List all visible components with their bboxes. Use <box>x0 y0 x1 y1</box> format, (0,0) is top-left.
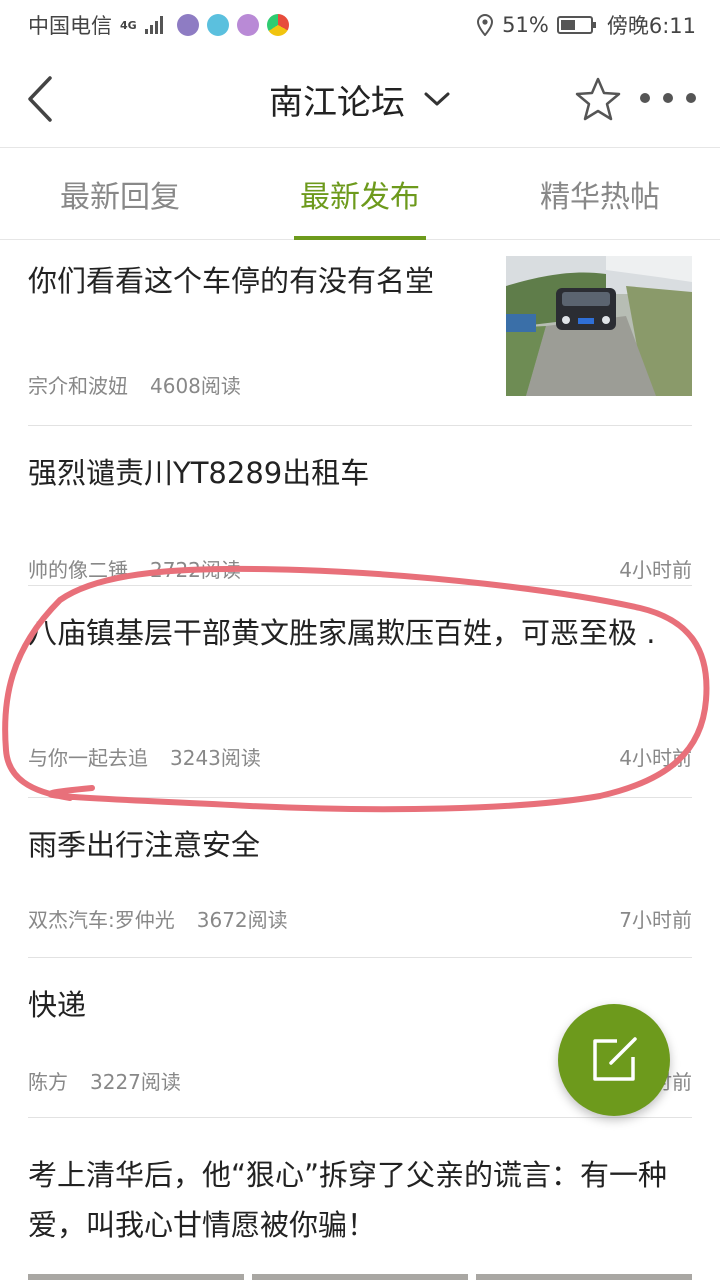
post-title: 雨季出行注意安全 <box>28 828 261 862</box>
chat-app-icon <box>236 14 259 36</box>
tab-featured-hot[interactable]: 精华热帖 <box>480 148 720 240</box>
app-header: 南江论坛 <box>0 50 720 148</box>
tab-latest-replies[interactable]: 最新回复 <box>0 148 240 240</box>
post-thumbnail-strip <box>28 1274 692 1280</box>
compose-icon <box>593 1037 637 1081</box>
post-reads: 3672阅读 <box>196 908 288 932</box>
clock: 傍晚6:11 <box>606 14 696 38</box>
post-time: 4小时前 <box>619 746 692 770</box>
post-time: 4小时前 <box>619 558 692 582</box>
post-reads: 2722阅读 <box>150 558 241 582</box>
post-title: 快递 <box>28 988 87 1022</box>
post-reads: 3227阅读 <box>90 1070 181 1094</box>
more-options-icon[interactable] <box>640 84 696 112</box>
app-notification-icon <box>176 14 199 36</box>
post-time: 7小时前 <box>619 908 692 932</box>
post-title: 八庙镇基层干部黄文胜家属欺压百姓，可恶至极 . <box>28 616 656 650</box>
post-thumbnail <box>506 256 692 396</box>
post-feed: 你们看看这个车停的有没有名堂 宗介和波妞 4608阅读 强烈谴责川YT8289出… <box>28 240 692 1278</box>
status-bar: 中国电信 4G 51% 傍晚6:11 <box>0 0 720 50</box>
list-item[interactable]: 你们看看这个车停的有没有名堂 宗介和波妞 4608阅读 <box>28 240 692 426</box>
signal-icon <box>144 16 163 34</box>
star-icon[interactable] <box>574 76 622 122</box>
compose-button[interactable] <box>558 1004 670 1116</box>
tab-bar: 最新回复 最新发布 精华热帖 <box>0 148 720 240</box>
battery-icon <box>556 16 596 34</box>
chevron-down-icon[interactable] <box>423 89 451 109</box>
post-reads: 4608阅读 <box>150 374 241 398</box>
list-item[interactable]: 考上清华后，他“狠心”拆穿了父亲的谎言：有一种爱，叫我心甘情愿被你骗！ <box>28 1118 692 1278</box>
post-author: 帅的像二锤 <box>28 558 128 582</box>
post-author: 陈方 <box>28 1070 68 1094</box>
tab-latest-posts[interactable]: 最新发布 <box>240 148 480 240</box>
battery-percent: 51% <box>502 13 549 37</box>
list-item[interactable]: 强烈谴责川YT8289出租车 帅的像二锤 2722阅读 4小时前 <box>28 426 692 586</box>
post-author: 与你一起去追 <box>28 746 148 770</box>
list-item[interactable]: 八庙镇基层干部黄文胜家属欺压百姓，可恶至极 . 与你一起去追 3243阅读 4小… <box>28 586 692 798</box>
browser-app-icon <box>266 14 289 36</box>
post-title: 强烈谴责川YT8289出租车 <box>28 456 370 490</box>
video-app-icon <box>206 14 229 36</box>
post-reads: 3243阅读 <box>170 746 261 770</box>
post-author: 宗介和波妞 <box>28 374 128 398</box>
post-title: 考上清华后，他“狠心”拆穿了父亲的谎言：有一种爱，叫我心甘情愿被你骗！ <box>28 1158 668 1242</box>
location-icon <box>477 14 494 36</box>
list-item[interactable]: 雨季出行注意安全 双杰汽车:罗仲光 3672阅读 7小时前 <box>28 798 692 958</box>
forum-title[interactable]: 南江论坛 <box>269 75 405 124</box>
carrier-label: 中国电信 <box>28 14 112 38</box>
post-author: 双杰汽车:罗仲光 <box>28 908 175 932</box>
network-type-label: 4G <box>120 18 137 32</box>
back-icon[interactable] <box>22 72 62 126</box>
post-title: 你们看看这个车停的有没有名堂 <box>28 264 435 298</box>
